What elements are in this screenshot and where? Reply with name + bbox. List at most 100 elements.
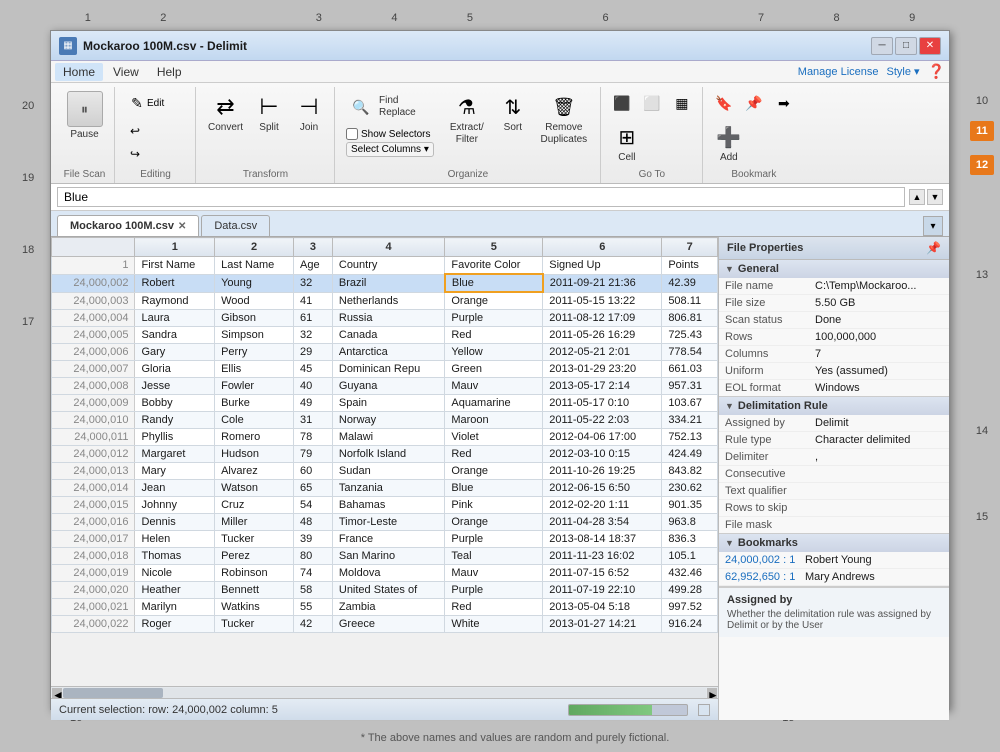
convert-button[interactable]: ⇄ Convert — [203, 89, 248, 137]
search-prev-button[interactable]: ▲ — [909, 189, 925, 205]
cell-5-1[interactable]: Sandra — [135, 327, 215, 344]
cell-17-1[interactable]: Helen — [135, 531, 215, 548]
cell-2-3[interactable]: 32 — [294, 274, 333, 292]
cell-19-1[interactable]: Nicole — [135, 565, 215, 582]
col-header-7[interactable]: 7 — [662, 238, 718, 257]
col-header-5[interactable]: 5 — [445, 238, 543, 257]
cell-13-6[interactable]: 2011-10-26 19:25 — [543, 463, 662, 480]
cell-4-3[interactable]: 61 — [294, 310, 333, 327]
cell-15-3[interactable]: 54 — [294, 497, 333, 514]
cell-14-4[interactable]: Tanzania — [332, 480, 444, 497]
cell-22-4[interactable]: Greece — [332, 616, 444, 633]
cell-16-5[interactable]: Orange — [445, 514, 543, 531]
cell-h-2[interactable]: Last Name — [215, 257, 294, 275]
cell-5-3[interactable]: 32 — [294, 327, 333, 344]
cell-5-5[interactable]: Red — [445, 327, 543, 344]
edit-button[interactable]: ✎ Edit — [122, 89, 189, 116]
cell-8-6[interactable]: 2013-05-17 2:14 — [543, 378, 662, 395]
bookmark-pos-1[interactable]: 24,000,002 : 1 — [725, 554, 805, 566]
cell-h-5[interactable]: Favorite Color — [445, 257, 543, 275]
cell-14-1[interactable]: Jean — [135, 480, 215, 497]
table-row-3[interactable]: 24,000,003 Raymond Wood 41 Netherlands O… — [52, 292, 718, 310]
cell-21-4[interactable]: Zambia — [332, 599, 444, 616]
cell-20-6[interactable]: 2011-07-19 22:10 — [543, 582, 662, 599]
cell-5-7[interactable]: 725.43 — [662, 327, 718, 344]
cell-21-6[interactable]: 2013-05-04 5:18 — [543, 599, 662, 616]
cell-9-5[interactable]: Aquamarine — [445, 395, 543, 412]
cell-10-3[interactable]: 31 — [294, 412, 333, 429]
cell-15-1[interactable]: Johnny — [135, 497, 215, 514]
search-next-button[interactable]: ▼ — [927, 189, 943, 205]
cell-3-3[interactable]: 41 — [294, 292, 333, 310]
menu-view[interactable]: View — [105, 63, 147, 81]
cell-5-6[interactable]: 2011-05-26 16:29 — [543, 327, 662, 344]
remove-duplicates-button[interactable]: 🗑 Remove Duplicates — [534, 89, 594, 149]
cell-19-4[interactable]: Moldova — [332, 565, 444, 582]
cell-12-3[interactable]: 79 — [294, 446, 333, 463]
cell-8-1[interactable]: Jesse — [135, 378, 215, 395]
cell-19-6[interactable]: 2011-07-15 6:52 — [543, 565, 662, 582]
cell-20-3[interactable]: 58 — [294, 582, 333, 599]
split-button[interactable]: ⊢ Split — [250, 89, 288, 137]
cell-7-5[interactable]: Green — [445, 361, 543, 378]
cell-9-6[interactable]: 2011-05-17 0:10 — [543, 395, 662, 412]
manage-license-link[interactable]: Manage License — [798, 66, 879, 78]
cell-21-2[interactable]: Watkins — [215, 599, 294, 616]
cell-12-6[interactable]: 2012-03-10 0:15 — [543, 446, 662, 463]
cell-19-2[interactable]: Robinson — [215, 565, 294, 582]
cell-6-1[interactable]: Gary — [135, 344, 215, 361]
cell-19-7[interactable]: 432.46 — [662, 565, 718, 582]
cell-17-7[interactable]: 836.3 — [662, 531, 718, 548]
maximize-button[interactable]: □ — [895, 37, 917, 55]
cell-2-7[interactable]: 42.39 — [662, 274, 718, 292]
cell-21-7[interactable]: 997.52 — [662, 599, 718, 616]
cell-17-3[interactable]: 39 — [294, 531, 333, 548]
hscroll-thumb[interactable] — [63, 688, 163, 698]
cell-14-3[interactable]: 65 — [294, 480, 333, 497]
cell-7-6[interactable]: 2013-01-29 23:20 — [543, 361, 662, 378]
table-row-16[interactable]: 24,000,016 Dennis Miller 48 Timor-Leste … — [52, 514, 718, 531]
data-grid[interactable]: 1 2 3 4 5 6 7 1 First Name — [51, 237, 718, 686]
cell-10-1[interactable]: Randy — [135, 412, 215, 429]
cell-16-7[interactable]: 963.8 — [662, 514, 718, 531]
cell-7-3[interactable]: 45 — [294, 361, 333, 378]
sort-button[interactable]: ⇅ Sort — [494, 89, 532, 137]
cell-15-6[interactable]: 2012-02-20 1:11 — [543, 497, 662, 514]
delimitation-section-header[interactable]: ▼ Delimitation Rule — [719, 397, 949, 415]
cell-4-5[interactable]: Purple — [445, 310, 543, 327]
cell-8-5[interactable]: Mauv — [445, 378, 543, 395]
cell-14-7[interactable]: 230.62 — [662, 480, 718, 497]
cell-2-1[interactable]: Robert — [135, 274, 215, 292]
table-row-13[interactable]: 24,000,013 Mary Alvarez 60 Sudan Orange … — [52, 463, 718, 480]
table-row-17[interactable]: 24,000,017 Helen Tucker 39 France Purple… — [52, 531, 718, 548]
show-selectors-checkbox[interactable]: Show Selectors — [346, 128, 434, 140]
cell-h-6[interactable]: Signed Up — [543, 257, 662, 275]
cell-16-3[interactable]: 48 — [294, 514, 333, 531]
cell-18-6[interactable]: 2011-11-23 16:02 — [543, 548, 662, 565]
cell-22-3[interactable]: 42 — [294, 616, 333, 633]
hscroll-left-btn[interactable]: ◄ — [52, 688, 62, 698]
cell-6-2[interactable]: Perry — [215, 344, 294, 361]
cell-9-3[interactable]: 49 — [294, 395, 333, 412]
cell-6-4[interactable]: Antarctica — [332, 344, 444, 361]
cell-4-7[interactable]: 806.81 — [662, 310, 718, 327]
cell-22-6[interactable]: 2013-01-27 14:21 — [543, 616, 662, 633]
cell-9-1[interactable]: Bobby — [135, 395, 215, 412]
bookmark-pos-2[interactable]: 62,952,650 : 1 — [725, 571, 805, 583]
pin-icon[interactable]: 📌 — [926, 241, 941, 255]
cell-15-2[interactable]: Cruz — [215, 497, 294, 514]
cell-22-7[interactable]: 916.24 — [662, 616, 718, 633]
cell-16-6[interactable]: 2011-04-28 3:54 — [543, 514, 662, 531]
cell-14-6[interactable]: 2012-06-15 6:50 — [543, 480, 662, 497]
table-row-15[interactable]: 24,000,015 Johnny Cruz 54 Bahamas Pink 2… — [52, 497, 718, 514]
cell-7-4[interactable]: Dominican Repu — [332, 361, 444, 378]
bookmark-btn-2[interactable]: 📌 — [740, 89, 768, 117]
cell-22-2[interactable]: Tucker — [215, 616, 294, 633]
cell-6-7[interactable]: 778.54 — [662, 344, 718, 361]
pause-button[interactable]: ⏸ Pause — [63, 89, 107, 142]
cell-6-5[interactable]: Yellow — [445, 344, 543, 361]
tab-data[interactable]: Data.csv — [201, 215, 270, 236]
cell-18-4[interactable]: San Marino — [332, 548, 444, 565]
tab-mockaroo[interactable]: Mockaroo 100M.csv ✕ — [57, 215, 199, 236]
col-header-3[interactable]: 3 — [294, 238, 333, 257]
